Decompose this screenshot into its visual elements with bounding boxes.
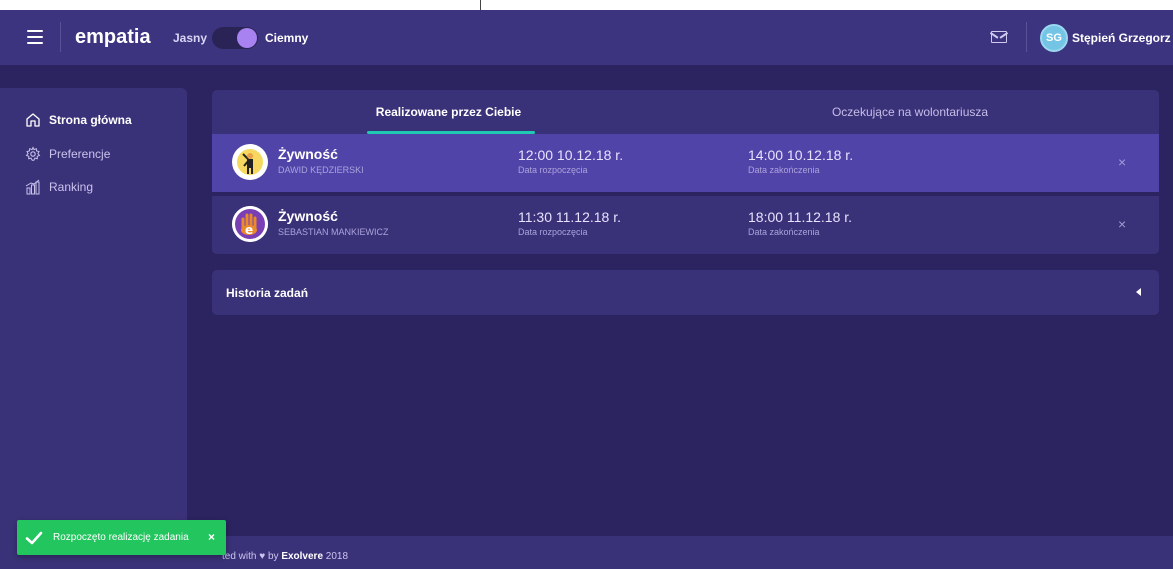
toast-close-icon[interactable]: × [208, 530, 215, 544]
task-end-label: Data zakończenia [748, 227, 820, 237]
task-person: SEBASTIAN MANKIEWICZ [278, 227, 389, 237]
theme-light-label: Jasny [173, 31, 208, 45]
footer-credits: ted with ♥ by Exolvere 2018 [222, 551, 348, 562]
top-strip [0, 0, 1173, 10]
task-person: DAWID KĘDZIERSKI [278, 165, 364, 175]
task-start-time: 12:00 10.12.18 r. [518, 147, 624, 163]
svg-text:e: e [245, 223, 253, 237]
task-avatar [232, 144, 268, 180]
gear-icon [25, 146, 41, 161]
task-row[interactable]: Żywność DAWID KĘDZIERSKI 12:00 10.12.18 … [212, 134, 1159, 192]
task-title: Żywność [278, 208, 338, 224]
sidebar-item-label: Ranking [49, 180, 94, 194]
check-icon [25, 531, 43, 545]
hand-icon: e [232, 206, 268, 242]
theme-toggle[interactable] [212, 27, 258, 49]
task-end-label: Data zakończenia [748, 165, 820, 175]
avatar[interactable]: SG [1040, 24, 1068, 52]
footer-year: 2018 [325, 551, 349, 562]
tab-pending[interactable]: Oczekujące na wolontariusza [824, 90, 996, 134]
divider [1026, 22, 1027, 52]
task-start-time: 11:30 11.12.18 r. [518, 209, 622, 225]
footer-company[interactable]: Exolvere [281, 551, 323, 562]
menu-icon[interactable] [27, 30, 43, 44]
theme-dark-label: Ciemny [265, 31, 309, 45]
home-icon [26, 113, 40, 127]
close-icon[interactable]: × [1118, 216, 1126, 232]
toast-notification: Rozpoczęto realizację zadania × [17, 520, 226, 555]
toggle-knob [237, 28, 257, 48]
footer-prefix: ted with [222, 551, 257, 562]
cursor-line [480, 0, 481, 10]
task-start-label: Data rozpoczęcia [518, 227, 588, 237]
history-title: Historia zadań [226, 286, 309, 300]
close-icon[interactable]: × [1118, 154, 1126, 170]
sidebar-item-ranking[interactable]: Ranking [25, 179, 93, 195]
task-start-label: Data rozpoczęcia [518, 165, 588, 175]
tab-in-progress[interactable]: Realizowane przez Ciebie [362, 90, 535, 134]
sidebar-item-preferences[interactable]: Preferencje [25, 146, 110, 162]
mail-icon[interactable] [991, 31, 1007, 43]
ranking-icon [25, 179, 40, 195]
task-title: Żywność [278, 146, 338, 162]
sidebar-item-label: Preferencje [49, 147, 111, 161]
task-row[interactable]: e Żywność SEBASTIAN MANKIEWICZ 11:30 11.… [212, 196, 1159, 254]
sidebar: Strona główna Preferencje Ranking [0, 88, 187, 558]
tabs: Realizowane przez Ciebie Oczekujące na w… [212, 90, 1159, 134]
heart-icon: ♥ [259, 551, 266, 562]
divider [60, 22, 61, 52]
caret-left-icon[interactable] [1136, 288, 1141, 296]
sidebar-item-label: Strona główna [49, 113, 132, 127]
sidebar-item-home[interactable]: Strona główna [25, 112, 132, 128]
task-end-time: 18:00 11.12.18 r. [748, 209, 853, 225]
toast-message: Rozpoczęto realizację zadania [53, 532, 189, 543]
app-root: empatia Jasny Ciemny SG Stępień Grzegorz… [0, 10, 1173, 569]
top-bar: empatia Jasny Ciemny SG Stępień Grzegorz [0, 10, 1173, 65]
task-avatar: e [232, 206, 268, 242]
history-section[interactable]: Historia zadań [212, 270, 1159, 315]
brand-logo[interactable]: empatia [75, 26, 151, 49]
tasks-panel: Realizowane przez Ciebie Oczekujące na w… [212, 90, 1159, 254]
user-name[interactable]: Stępień Grzegorz [1072, 31, 1171, 45]
footer-by: by [267, 551, 279, 562]
task-end-time: 14:00 10.12.18 r. [748, 147, 854, 163]
person-icon [235, 147, 265, 177]
